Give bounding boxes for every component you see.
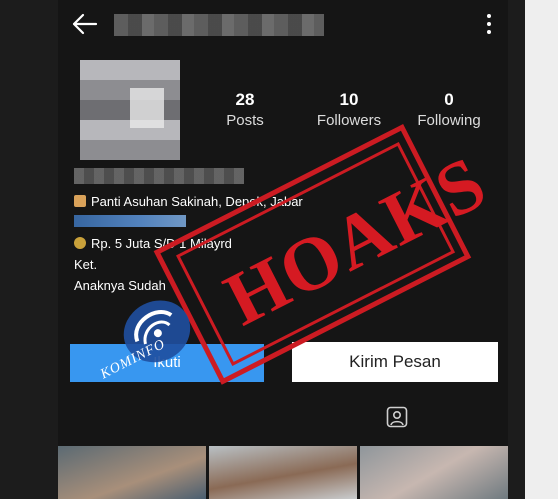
username-blurred	[114, 14, 324, 36]
top-bar	[58, 0, 508, 52]
outer-frame-left	[0, 0, 58, 499]
post-thumbnail[interactable]	[58, 446, 206, 499]
avatar[interactable]	[80, 60, 180, 160]
bio-note-label: Ket.	[74, 257, 98, 272]
posts-count: 28	[235, 90, 255, 109]
house-icon	[74, 195, 86, 207]
more-vertical-icon[interactable]	[486, 14, 492, 36]
outer-frame-edge	[525, 0, 558, 499]
back-arrow-icon[interactable]	[70, 10, 100, 38]
post-thumbnail[interactable]	[360, 446, 508, 499]
money-bag-icon	[74, 237, 86, 249]
tagged-person-icon[interactable]	[386, 406, 408, 428]
kominfo-logo	[68, 274, 238, 404]
